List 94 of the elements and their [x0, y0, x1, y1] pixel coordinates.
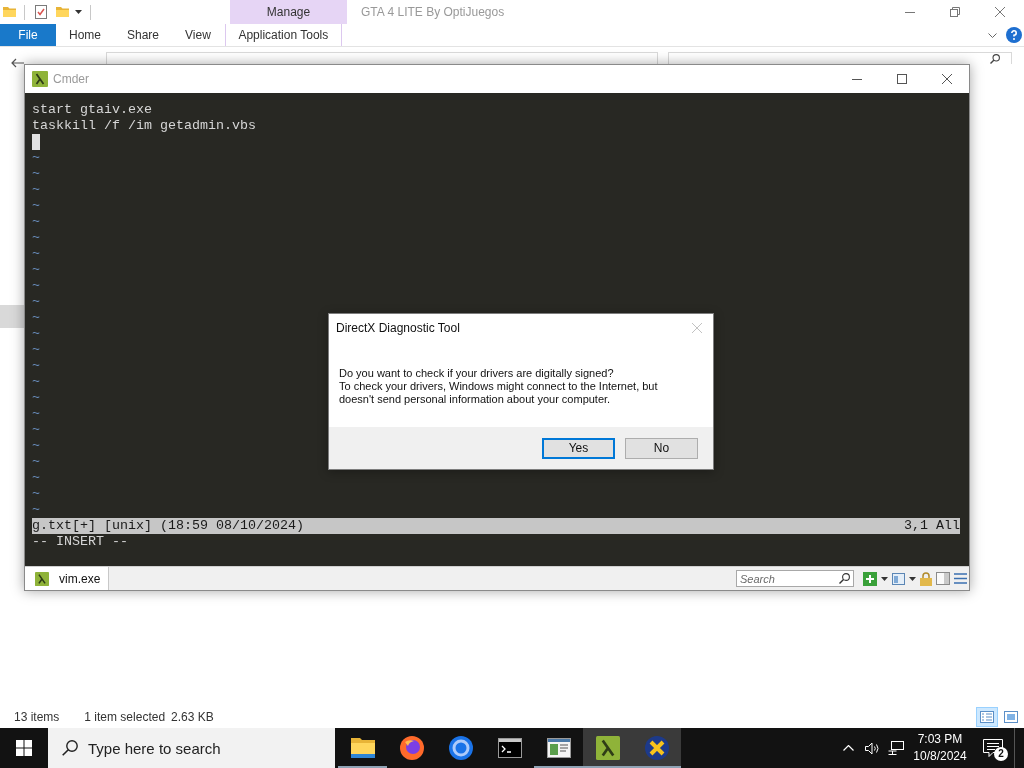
minimize-icon: [904, 11, 915, 13]
empty-line-marker: ~: [32, 374, 40, 390]
dialog-button[interactable]: Yes: [542, 437, 615, 459]
restore-icon: [949, 7, 960, 17]
empty-line-marker: ~: [32, 198, 40, 214]
close-icon: [941, 74, 952, 84]
speaker-icon: [864, 741, 880, 755]
lock-icon: [920, 571, 932, 586]
file-info-text: g.txt[+] [unix] (18:59 08/10/2024): [32, 518, 304, 534]
ribbon-tab[interactable]: Home: [56, 24, 114, 46]
caret-up-icon: [842, 745, 854, 751]
empty-line-marker: ~: [32, 390, 40, 406]
empty-line-marker: ~: [32, 246, 40, 262]
window-icon: [546, 738, 571, 758]
details-view-icon: [980, 711, 994, 723]
network-icon: [888, 741, 904, 755]
search-field[interactable]: Search: [736, 570, 854, 587]
dialog-button[interactable]: No: [625, 437, 698, 459]
terminal-line: start gtaiv.exe: [32, 102, 152, 118]
empty-line-marker: ~: [32, 230, 40, 246]
empty-line-marker: ~: [32, 214, 40, 230]
empty-line-marker: ~: [32, 166, 40, 182]
caret-icon: [881, 576, 888, 581]
notifications-button[interactable]: 2: [972, 728, 1014, 768]
caret-icon: [75, 10, 82, 14]
taskbar-app-button[interactable]: [632, 728, 681, 768]
terminal-icon: [497, 738, 522, 758]
empty-line-marker: ~: [32, 422, 40, 438]
maximize-icon: [896, 74, 907, 84]
caret-icon: [909, 576, 916, 581]
ribbon-tab[interactable]: File: [0, 24, 56, 46]
folder-icon: [3, 7, 16, 17]
dialog-message: To check your drivers, Windows might connect to the Internet, but doesn't send personal information about your computer.: [339, 380, 659, 406]
selection-text: 1 item selected: [84, 710, 166, 724]
minimize-icon: [851, 78, 862, 80]
view-mode-button[interactable]: [976, 707, 998, 727]
x-logo-icon: [644, 736, 669, 760]
empty-line-marker: ~: [32, 182, 40, 198]
terminal-line: taskkill /f /im getadmin.vbs: [32, 118, 256, 134]
empty-line-marker: ~: [32, 470, 40, 486]
empty-line-marker: ~: [32, 486, 40, 502]
search-icon: [839, 573, 850, 584]
empty-line-marker: ~: [32, 358, 40, 374]
lambda-icon: [595, 736, 620, 760]
browser-icon: [399, 736, 424, 760]
folder-icon: [56, 7, 69, 17]
window-title: Cmder: [53, 72, 89, 86]
search-icon: [62, 740, 78, 756]
clock[interactable]: 7:03 PM 10/8/2024: [908, 728, 972, 768]
close-icon: [692, 323, 702, 333]
plus-icon: [863, 571, 877, 586]
menu-icon: [954, 573, 967, 584]
text-cursor: [32, 134, 40, 150]
ring-icon: [448, 736, 473, 760]
empty-line-marker: ~: [32, 150, 40, 166]
dialog-message: Do you want to check if your drivers are digitally signed?: [339, 367, 615, 380]
ribbon-tab[interactable]: View: [172, 24, 224, 46]
windows-logo-icon: [16, 740, 32, 756]
empty-line-marker: ~: [32, 310, 40, 326]
item-count-text: 13 items: [14, 710, 60, 724]
empty-line-marker: ~: [32, 278, 40, 294]
contextual-tab-group-label: Manage: [230, 0, 347, 24]
file-size-text: 2.63 KB: [171, 710, 214, 724]
dialog-title: DirectX Diagnostic Tool: [336, 321, 460, 335]
empty-line-marker: ~: [32, 406, 40, 422]
notification-icon: [983, 739, 1003, 757]
panel-icon: [936, 572, 950, 585]
mode-indicator: -- INSERT --: [32, 534, 128, 550]
back-arrow-icon: [11, 58, 24, 68]
large-icons-view-icon: [1004, 711, 1018, 723]
taskbar-search-field[interactable]: Type here to search: [48, 728, 335, 768]
notification-count-badge: 2: [994, 747, 1008, 761]
chevron-down-icon: [988, 33, 997, 38]
empty-line-marker: ~: [32, 454, 40, 470]
console-tab[interactable]: vim.exe: [25, 567, 109, 590]
folder-icon: [350, 738, 375, 758]
empty-line-marker: ~: [32, 342, 40, 358]
empty-line-marker: ~: [32, 326, 40, 342]
empty-line-marker: ~: [32, 294, 40, 310]
lambda-icon: [35, 571, 49, 586]
cursor-position-text: 3,1 All: [904, 518, 960, 534]
close-icon: [994, 7, 1005, 17]
search-icon: [990, 54, 1000, 64]
empty-line-marker: ~: [32, 262, 40, 278]
ribbon-tab[interactable]: Share: [114, 24, 173, 46]
address-field[interactable]: [106, 52, 658, 64]
window-title: GTA 4 LITE By OptiJuegos: [361, 4, 505, 21]
lambda-icon: [32, 71, 48, 87]
checklist-icon: [35, 5, 47, 19]
empty-line-marker: ~: [32, 438, 40, 454]
ribbon-tab[interactable]: Application Tools: [224, 24, 342, 46]
window-icon: [892, 572, 905, 585]
selected-row-highlight: [0, 305, 24, 328]
empty-line-marker: ~: [32, 502, 40, 518]
